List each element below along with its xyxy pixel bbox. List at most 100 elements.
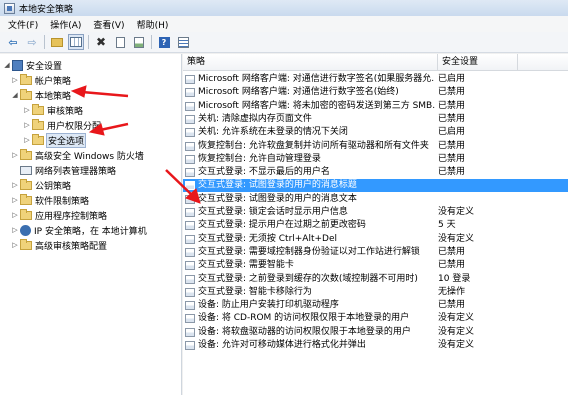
expand-arrow-icon[interactable]: ▷ — [10, 151, 20, 159]
forward-button[interactable]: ⇨ — [24, 34, 40, 50]
table-row[interactable]: 交互式登录: 试图登录的用户的消息文本 — [183, 193, 568, 206]
table-row[interactable]: 交互式登录: 需要智能卡 已禁用 — [183, 259, 568, 272]
table-row[interactable]: 交互式登录: 不显示最后的用户名 已禁用 — [183, 166, 568, 179]
show-tree-icon — [70, 37, 82, 47]
table-row[interactable]: 设备: 将软盘驱动器的访问权限仅限于本地登录的用户 没有定义 — [183, 326, 568, 339]
expand-arrow-icon[interactable]: ▷ — [10, 241, 20, 249]
policy-cell: 交互式登录: 需要域控制器身份验证以对工作站进行解锁 — [185, 246, 435, 259]
tree-item-ip-security[interactable]: ▷ IP 安全策略，在 本地计算机 — [10, 222, 147, 238]
help-button[interactable]: ? — [156, 34, 172, 50]
export-icon — [134, 36, 144, 48]
policy-name: Microsoft 网络客户端: 对通信进行数字签名(始终) — [198, 87, 399, 98]
setting-cell: 已禁用 — [438, 300, 466, 311]
setting-cell: 已禁用 — [438, 140, 466, 151]
table-row[interactable]: 关机: 清除虚拟内存页面文件 已禁用 — [183, 113, 568, 126]
policy-icon — [185, 341, 195, 350]
expand-arrow-icon[interactable]: ▷ — [10, 181, 20, 189]
expand-arrow-icon[interactable]: ▷ — [10, 76, 20, 84]
policy-cell: 交互式登录: 试图登录的用户的消息标题 — [185, 179, 435, 192]
tree-item-label: 应用程序控制策略 — [35, 211, 108, 222]
table-row[interactable]: 关机: 允许系统在未登录的情况下关闭 已启用 — [183, 126, 568, 139]
menu-file[interactable]: 文件(F) — [8, 18, 38, 31]
toolbar: ⇦ ⇨ ✖ ? — [0, 32, 568, 53]
tree-item-network-list-manager[interactable]: 网络列表管理器策略 — [10, 162, 116, 178]
show-tree-button[interactable] — [68, 34, 84, 50]
tree-item-local-policies[interactable]: ◢ 本地策略 — [10, 87, 71, 103]
tree-item-account-policies[interactable]: ▷ 帐户策略 — [10, 72, 71, 88]
tree-item-windows-firewall[interactable]: ▷ 高级安全 Windows 防火墙 — [10, 147, 144, 163]
delete-icon: ✖ — [95, 35, 107, 49]
tree-item-software-restriction[interactable]: ▷ 软件限制策略 — [10, 192, 89, 208]
view-button[interactable] — [175, 34, 191, 50]
expand-arrow-icon[interactable]: ▷ — [22, 136, 32, 144]
table-row[interactable]: 交互式登录: 之前登录到缓存的次数(域控制器不可用时) 10 登录 — [183, 273, 568, 286]
policy-name: 交互式登录: 智能卡移除行为 — [198, 286, 312, 297]
policy-cell: 设备: 将软盘驱动器的访问权限仅限于本地登录的用户 — [185, 326, 435, 339]
policy-icon — [185, 141, 195, 151]
policy-icon — [185, 181, 195, 191]
expand-arrow-icon[interactable]: ▷ — [22, 121, 32, 129]
table-row[interactable]: 交互式登录: 提示用户在过期之前更改密码 5 天 — [183, 219, 568, 232]
folder-icon — [32, 103, 44, 115]
delete-button[interactable]: ✖ — [93, 34, 109, 50]
tree-item-application-control[interactable]: ▷ 应用程序控制策略 — [10, 207, 107, 223]
policy-icon — [185, 274, 195, 284]
menu-action[interactable]: 操作(A) — [50, 18, 81, 31]
tree-item-security-options[interactable]: ▷ 安全选项 — [22, 132, 87, 148]
table-row[interactable]: 交互式登录: 试图登录的用户的消息标题 — [183, 179, 568, 193]
network-icon — [20, 165, 32, 175]
tree-item-user-rights[interactable]: ▷ 用户权限分配 — [22, 117, 101, 133]
tree-item-public-key-policies[interactable]: ▷ 公钥策略 — [10, 177, 71, 193]
expand-arrow-icon[interactable]: ▷ — [22, 106, 32, 114]
column-header-setting[interactable]: 安全设置 — [438, 54, 518, 71]
tree-item-label: 本地策略 — [35, 91, 72, 102]
setting-cell: 已禁用 — [438, 100, 466, 111]
expand-arrow-icon[interactable]: ▷ — [10, 211, 20, 219]
setting-cell: 已禁用 — [438, 167, 466, 178]
policy-icon — [185, 101, 195, 111]
table-row[interactable]: 交互式登录: 智能卡移除行为 无操作 — [183, 286, 568, 299]
policy-cell: 交互式登录: 无须按 Ctrl+Alt+Del — [185, 233, 435, 246]
setting-cell: 10 登录 — [438, 273, 471, 284]
properties-button[interactable] — [112, 34, 128, 50]
up-folder-button[interactable] — [49, 34, 65, 50]
collapse-arrow-icon[interactable]: ◢ — [2, 61, 12, 69]
table-row[interactable]: 交互式登录: 需要域控制器身份验证以对工作站进行解锁 已禁用 — [183, 246, 568, 259]
tree-item-audit-policy[interactable]: ▷ 审核策略 — [22, 102, 83, 118]
policy-name: 设备: 允许对可移动媒体进行格式化并弹出 — [198, 340, 366, 350]
folder-icon — [20, 148, 32, 160]
table-row[interactable]: 设备: 允许对可移动媒体进行格式化并弹出 没有定义 — [183, 339, 568, 352]
up-folder-icon — [51, 37, 63, 47]
expand-arrow-icon[interactable]: ▷ — [10, 196, 20, 204]
table-row[interactable]: 交互式登录: 无须按 Ctrl+Alt+Del 没有定义 — [183, 233, 568, 246]
policy-cell: 设备: 将 CD-ROM 的访问权限仅限于本地登录的用户 — [185, 312, 435, 325]
policy-cell: 交互式登录: 智能卡移除行为 — [185, 286, 435, 299]
menu-help[interactable]: 帮助(H) — [137, 18, 169, 31]
forward-icon: ⇨ — [27, 35, 37, 49]
policy-icon — [185, 154, 195, 164]
table-row[interactable]: Microsoft 网络客户端: 将未加密的密码发送到第三方 SMB... 已禁用 — [183, 100, 568, 113]
policy-cell: 设备: 允许对可移动媒体进行格式化并弹出 — [185, 339, 435, 352]
table-row[interactable]: Microsoft 网络客户端: 对通信进行数字签名(始终) 已禁用 — [183, 86, 568, 99]
setting-cell: 已禁用 — [438, 260, 466, 271]
tree-item-security-settings[interactable]: ◢ 安全设置 — [2, 57, 62, 73]
export-button[interactable] — [131, 34, 147, 50]
menu-view[interactable]: 查看(V) — [93, 18, 124, 31]
tree-item-advanced-audit[interactable]: ▷ 高级审核策略配置 — [10, 237, 107, 253]
policy-cell: 恢复控制台: 允许自动管理登录 — [185, 153, 435, 166]
title-bar: 本地安全策略 — [0, 0, 568, 16]
policy-icon — [185, 114, 195, 124]
folder-open-icon — [20, 88, 32, 100]
expand-arrow-icon[interactable]: ▷ — [10, 226, 20, 234]
table-row[interactable]: 恢复控制台: 允许软盘复制并访问所有驱动器和所有文件夹 已禁用 — [183, 140, 568, 153]
tree-item-label: 公钥策略 — [35, 181, 72, 192]
table-row[interactable]: 交互式登录: 锁定会话时显示用户信息 没有定义 — [183, 206, 568, 219]
column-header-policy[interactable]: 策略 — [183, 54, 438, 71]
table-row[interactable]: 设备: 将 CD-ROM 的访问权限仅限于本地登录的用户 没有定义 — [183, 312, 568, 325]
table-row[interactable]: 设备: 防止用户安装打印机驱动程序 已禁用 — [183, 299, 568, 312]
table-row[interactable]: 恢复控制台: 允许自动管理登录 已禁用 — [183, 153, 568, 166]
table-row[interactable]: Microsoft 网络客户端: 对通信进行数字签名(如果服务器允... 已启用 — [183, 73, 568, 86]
back-button[interactable]: ⇦ — [5, 34, 21, 50]
policy-cell: 交互式登录: 之前登录到缓存的次数(域控制器不可用时) — [185, 273, 435, 286]
collapse-arrow-icon[interactable]: ◢ — [10, 91, 20, 99]
